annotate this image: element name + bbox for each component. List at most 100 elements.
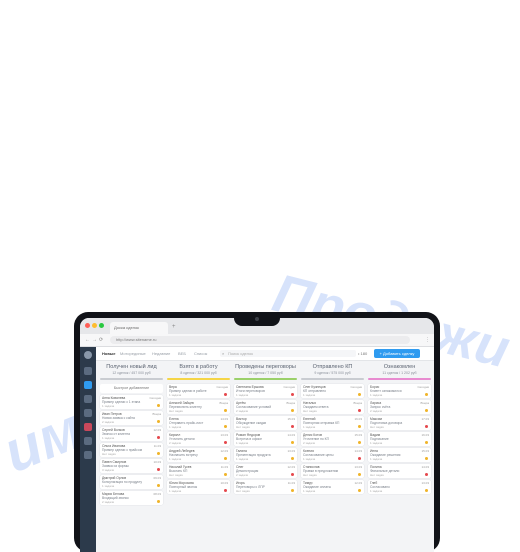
deal-card[interactable]: Олег 12.03 Демонстрация 2 задачи xyxy=(234,464,297,478)
deal-card[interactable]: Юлия Морозова 10.03 Повторный звонок 1 зада… xyxy=(167,480,230,494)
deal-card[interactable]: Иван Петров Вчера Новая заявка с сайта 2 за… xyxy=(100,411,163,425)
deal-card[interactable]: Евгений 16.03 Повторная отправка КП 1 задач… xyxy=(301,416,364,430)
deal-status-dot xyxy=(358,473,361,476)
quick-add-button[interactable]: Быстрое добавление xyxy=(100,384,163,393)
deal-tasks: Нет задач xyxy=(303,409,317,413)
tab-list[interactable]: Список xyxy=(194,351,207,356)
deal-card[interactable]: Галина 13.03 Презентация продукта 1 задача xyxy=(234,448,297,462)
deal-card[interactable]: Дмитрий Орлов 09.03 Консультация по продук… xyxy=(100,475,163,489)
reload-icon[interactable]: ⟳ xyxy=(99,336,103,344)
deal-card[interactable]: Полина 14.03 Финальные детали Нет задач xyxy=(368,464,431,478)
deal-date: Вчера xyxy=(219,401,228,405)
deal-card[interactable]: Павел Смирнов 10.03 Заявка из формы 3 задач… xyxy=(100,459,163,473)
deal-card[interactable]: Максим 17.03 Подготовка договора Нет задач xyxy=(368,416,431,430)
deal-card[interactable]: Станислав 13.03 Правки в предложении Нет за… xyxy=(301,464,364,478)
deal-status-dot xyxy=(291,441,294,444)
deal-card[interactable]: Инна 15.03 Ожидание решения 1 задача xyxy=(368,448,431,462)
deal-date: 12.03 xyxy=(220,449,228,453)
deal-tasks: 1 задача xyxy=(102,484,115,488)
app-sidebar xyxy=(80,347,96,552)
deal-card[interactable]: Ксения 14.03 Согласование цены 1 задача xyxy=(301,448,364,462)
deal-card[interactable]: Наталья Вчера Ожидаем ответа Нет задач xyxy=(301,400,364,414)
tab-web[interactable]: ВЕБ xyxy=(178,351,186,356)
deal-card[interactable]: Алексей Зайцев Вчера Перезвонить клиенту Не… xyxy=(167,400,230,414)
deal-status-dot xyxy=(425,393,428,396)
back-icon[interactable]: ← xyxy=(85,336,90,344)
deal-status-dot xyxy=(224,441,227,444)
deal-date: 14.03 xyxy=(220,417,228,421)
tab-new[interactable]: Новые xyxy=(102,351,115,356)
deal-status-dot xyxy=(291,473,294,476)
deal-card[interactable]: Светлана Ершова Сегодня Итоги переговоров 1… xyxy=(234,384,297,398)
deal-tasks: 1 задача xyxy=(370,457,383,461)
deal-tasks: 1 задача xyxy=(169,489,182,493)
search-input[interactable]: ⌕ Поиск сделок xyxy=(220,350,356,357)
close-window-button[interactable] xyxy=(85,323,90,328)
deals-toolbar: Новые Моторединые Недавние ВЕБ Список ⌕ … xyxy=(96,347,434,361)
deal-status-dot xyxy=(157,484,160,487)
deal-card[interactable]: Тимур 12.03 Ожидание оплаты 1 задача xyxy=(301,480,364,494)
deal-card[interactable]: Мария Белова 08.03 Входящий звонок 2 задачи xyxy=(100,491,163,505)
avatar[interactable] xyxy=(84,351,92,359)
deal-card[interactable]: Анна Ковалева Сегодня Пример сделки с 1 эт… xyxy=(100,395,163,409)
camera-icon xyxy=(255,317,259,321)
deal-status-dot xyxy=(358,409,361,412)
add-deal-button[interactable]: + Добавить сделку xyxy=(374,349,420,358)
laptop-screen: Доска сделок + ← → ⟳ http://www.sitename… xyxy=(80,318,434,552)
sidebar-dashboard-icon[interactable] xyxy=(84,367,92,375)
minimize-window-button[interactable] xyxy=(92,323,97,328)
deal-card[interactable]: Игорь 11.03 Переговоры с ЛПР Нет задач xyxy=(234,480,297,494)
deal-date: 13.03 xyxy=(287,449,295,453)
deal-date: 14.03 xyxy=(421,465,429,469)
deal-card[interactable]: Артём Вчера Согласование условий 2 задачи xyxy=(234,400,297,414)
deal-status-dot xyxy=(157,452,160,455)
column-title: Ознакомлен xyxy=(383,364,416,370)
deal-date: 15.03 xyxy=(287,417,295,421)
search-icon: ⌕ xyxy=(222,351,225,356)
column-header: Отправлено КП 9 сделок / 575 000 руб xyxy=(301,364,364,382)
tab-recent[interactable]: Недавние xyxy=(152,351,170,356)
deal-status-dot xyxy=(425,457,428,460)
deal-card[interactable]: Вера Сегодня Пример сделки в работе 1 задач… xyxy=(167,384,230,398)
deal-card[interactable]: Сергей Волков 12.03 Звонок от клиента 1 зад… xyxy=(100,427,163,441)
deal-card[interactable]: Елена 14.03 Отправить прайс-лист 1 задача xyxy=(167,416,230,430)
deal-tasks: 1 задача xyxy=(303,425,316,429)
deal-card[interactable]: Ольга Иванова 11.03 Пример сделки с прайсо… xyxy=(100,443,163,457)
deal-card[interactable]: Глеб 13.03 Согласовано 1 задача xyxy=(368,480,431,494)
forward-icon[interactable]: → xyxy=(92,336,97,344)
tab-motor[interactable]: Моторединые xyxy=(120,351,146,356)
deal-date: 10.03 xyxy=(153,460,161,464)
deal-tasks: 3 задачи xyxy=(102,468,115,472)
deal-card[interactable]: Виктор 15.03 Обсуждение скидки Нет задач xyxy=(234,416,297,430)
deal-card[interactable]: Роман Федоров 14.03 Встреча в офисе 1 задач… xyxy=(234,432,297,446)
maximize-window-button[interactable] xyxy=(99,323,104,328)
deal-date: Вчера xyxy=(420,401,429,405)
deal-status-dot xyxy=(291,489,294,492)
sidebar-analytics-icon[interactable] xyxy=(84,437,92,445)
search-placeholder: Поиск сделок xyxy=(228,351,253,356)
column-color-bar xyxy=(301,378,364,380)
deal-card[interactable]: Борис Сегодня Клиент ознакомился 1 задача xyxy=(368,384,431,398)
deal-card[interactable]: Олег Кузнецов Сегодня КП отправлено 1 задач… xyxy=(301,384,364,398)
deal-card[interactable]: Вадим 16.03 Подписание 1 задача xyxy=(368,432,431,446)
sidebar-contacts-icon[interactable] xyxy=(84,409,92,417)
deal-tasks: 1 задача xyxy=(370,393,383,397)
deal-date: 12.03 xyxy=(354,481,362,485)
url-input[interactable]: http://www.sitename.ru xyxy=(110,336,410,344)
browser-tab[interactable]: Доска сделок xyxy=(110,322,168,334)
deal-card[interactable]: Николай Гусев 11.03 Выслать КП Нет задач xyxy=(167,464,230,478)
browser-menu-icon[interactable]: ⋮ xyxy=(425,336,430,344)
sidebar-tasks-icon[interactable] xyxy=(84,395,92,403)
deal-card[interactable]: Лариса Вчера Запрос счёта 2 задачи xyxy=(368,400,431,414)
deal-date: 08.03 xyxy=(153,492,161,496)
deal-tasks: Нет задач xyxy=(169,409,183,413)
deal-card[interactable]: Андрей Лебедев 12.03 Назначить встречу 1 за… xyxy=(167,448,230,462)
sidebar-mail-icon[interactable] xyxy=(84,423,92,431)
sidebar-deals-icon[interactable] xyxy=(84,381,92,389)
deal-card[interactable]: Денис Котов 15.03 Уточнение по КП 2 задачи xyxy=(301,432,364,446)
deal-tasks: 2 задачи xyxy=(169,441,182,445)
laptop-frame: Доска сделок + ← → ⟳ http://www.sitename… xyxy=(74,312,440,552)
deal-card[interactable]: Кирилл 13.03 Уточнить детали 2 задачи xyxy=(167,432,230,446)
new-tab-button[interactable]: + xyxy=(172,323,180,331)
sidebar-settings-icon[interactable] xyxy=(84,451,92,459)
